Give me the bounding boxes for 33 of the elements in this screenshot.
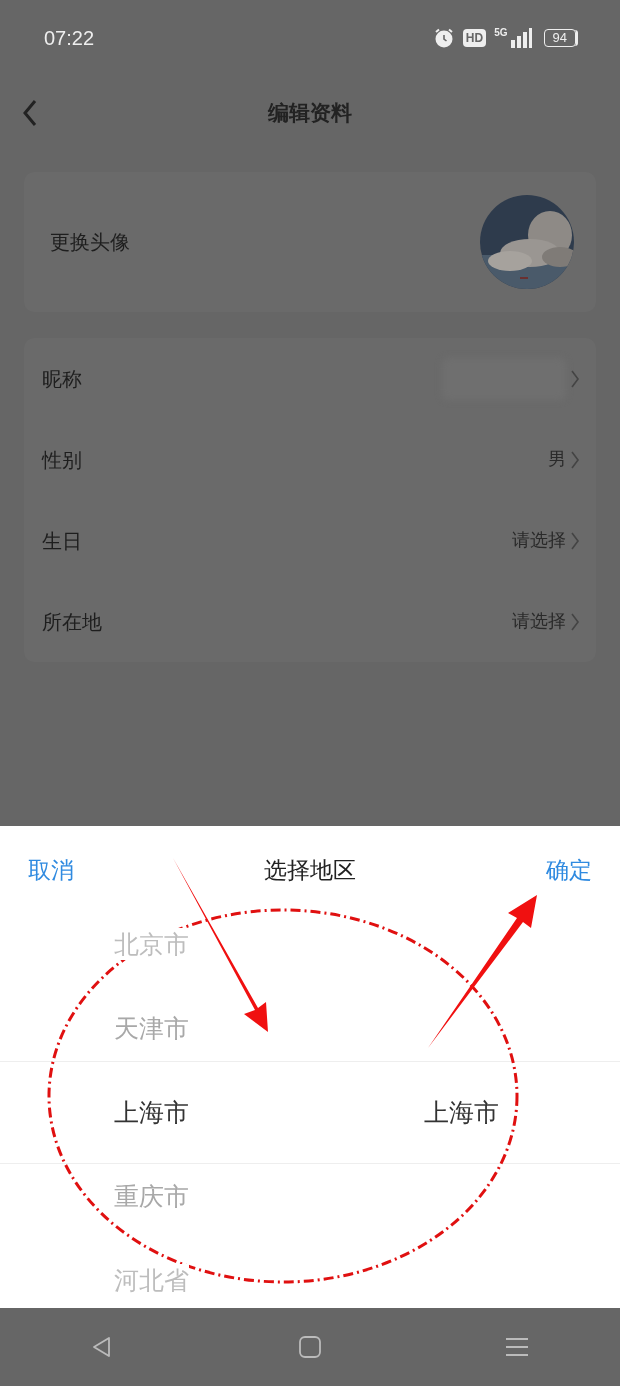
picker-option[interactable]: 上海市 <box>114 1096 189 1128</box>
field-value: 请选择 <box>512 610 566 633</box>
field-value: 男 <box>548 448 566 471</box>
profile-field-row[interactable]: 所在地 请选择 <box>42 581 580 662</box>
status-time: 07:22 <box>44 25 95 51</box>
hd-badge: HD <box>462 28 487 47</box>
field-value: 请选择 <box>512 529 566 552</box>
picker-option[interactable]: 北京市 <box>114 928 189 960</box>
chevron-right-icon <box>570 449 580 470</box>
picker-option[interactable]: 河北省 <box>114 1264 189 1296</box>
cancel-button[interactable]: 取消 <box>28 853 74 888</box>
menu-icon <box>504 1335 529 1359</box>
network-type: 5G <box>494 27 508 38</box>
chevron-right-icon <box>570 368 580 389</box>
chevron-right-icon <box>570 530 580 551</box>
signal-icon <box>509 27 532 48</box>
chevron-right-icon <box>570 611 580 632</box>
back-icon <box>22 99 38 127</box>
field-label: 生日 <box>42 528 82 554</box>
profile-field-row[interactable]: 昵称 <box>42 338 580 419</box>
sheet-title: 选择地区 <box>264 856 356 886</box>
field-label: 更换头像 <box>50 230 130 255</box>
picker-option[interactable]: 上海市 <box>424 1096 499 1128</box>
field-label: 昵称 <box>42 366 82 392</box>
field-label: 性别 <box>42 447 82 473</box>
avatar-row[interactable]: 更换头像 <box>24 172 596 312</box>
profile-field-row[interactable]: 性别 男 <box>42 419 580 500</box>
page-title: 编辑资料 <box>268 99 352 126</box>
confirm-button[interactable]: 确定 <box>546 853 592 888</box>
battery-level: 94 <box>543 28 576 47</box>
profile-field-row[interactable]: 生日 请选择 <box>42 500 580 581</box>
field-label: 所在地 <box>42 609 102 635</box>
home-icon <box>298 1335 322 1359</box>
